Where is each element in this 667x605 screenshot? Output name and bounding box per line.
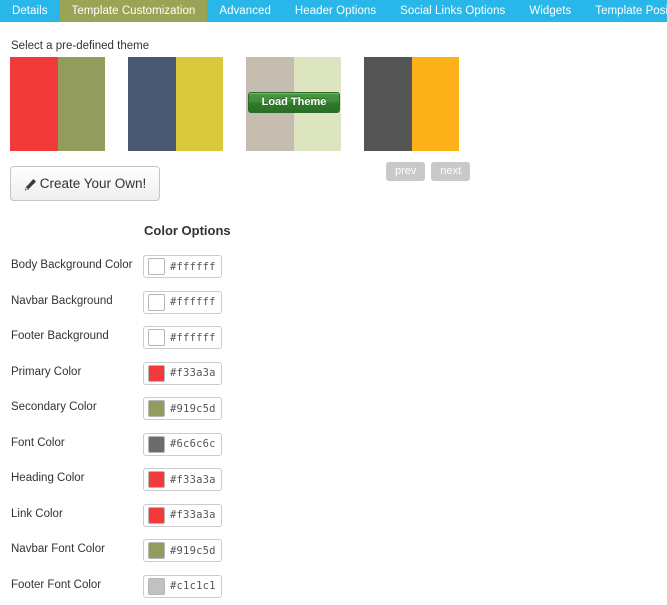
color-option-label: Heading Color [11,472,85,484]
color-hex-value: #ffffff [170,261,216,273]
create-your-own-label: Create Your Own! [40,176,147,191]
color-input-footer-background[interactable]: #ffffff [143,326,222,349]
color-option-row: Body Background Color #ffffff [0,250,667,286]
color-option-label: Link Color [11,508,63,520]
color-swatch-chip[interactable] [148,365,165,382]
next-button[interactable]: next [431,162,470,181]
theme-swatch-2-right-color [176,57,224,151]
main-tab-bar: DetailsTemplate CustomizationAdvancedHea… [0,0,667,22]
pencil-icon [24,178,37,191]
color-swatch-chip[interactable] [148,542,165,559]
color-option-label: Navbar Font Color [11,543,105,555]
color-option-row: Footer Background #ffffff [0,321,667,357]
color-option-label: Navbar Background [11,295,113,307]
color-swatch-chip[interactable] [148,436,165,453]
color-input-navbar-font-color[interactable]: #919c5d [143,539,222,562]
color-input-font-color[interactable]: #6c6c6c [143,433,222,456]
theme-swatch-1-right-color [58,57,106,151]
color-input-body-background-color[interactable]: #ffffff [143,255,222,278]
theme-pager: prev next [386,162,470,181]
color-option-row: Heading Color #f33a3a [0,463,667,499]
color-hex-value: #6c6c6c [170,438,216,450]
tab-advanced[interactable]: Advanced [207,0,283,22]
color-hex-value: #919c5d [170,403,216,415]
tab-template-customization[interactable]: Template Customization [60,0,208,22]
color-input-secondary-color[interactable]: #919c5d [143,397,222,420]
tab-template-positions[interactable]: Template Positions [583,0,667,22]
color-option-label: Font Color [11,437,65,449]
color-hex-value: #919c5d [170,545,216,557]
color-options-title: Color Options [144,223,231,238]
color-swatch-chip[interactable] [148,471,165,488]
color-option-label: Footer Background [11,330,109,342]
prev-button[interactable]: prev [386,162,425,181]
color-swatch-chip[interactable] [148,578,165,595]
theme-swatch-4-left-color [364,57,412,151]
color-hex-value: #ffffff [170,296,216,308]
color-input-footer-font-color[interactable]: #c1c1c1 [143,575,222,598]
color-hex-value: #ffffff [170,332,216,344]
theme-swatch-2-left-color [128,57,176,151]
tab-header-options[interactable]: Header Options [283,0,388,22]
color-options-list: Body Background Color#ffffffNavbar Backg… [0,250,667,605]
create-your-own-button[interactable]: Create Your Own! [10,166,160,201]
load-theme-button[interactable]: Load Theme [248,92,340,113]
color-hex-value: #f33a3a [170,474,216,486]
tab-bar-underline [0,22,667,24]
color-hex-value: #f33a3a [170,509,216,521]
color-input-primary-color[interactable]: #f33a3a [143,362,222,385]
color-option-row: Secondary Color #919c5d [0,392,667,428]
color-option-row: Font Color #6c6c6c [0,428,667,464]
color-option-label: Footer Font Color [11,579,101,591]
theme-swatch-1[interactable] [10,57,105,151]
theme-swatch-4[interactable] [364,57,459,151]
color-option-row: Navbar Font Color #919c5d [0,534,667,570]
select-theme-instruction: Select a pre-defined theme [11,40,149,52]
color-option-row: Primary Color #f33a3a [0,357,667,393]
color-swatch-chip[interactable] [148,258,165,275]
color-hex-value: #f33a3a [170,367,216,379]
color-option-label: Secondary Color [11,401,97,413]
theme-swatch-1-left-color [10,57,58,151]
color-swatch-chip[interactable] [148,329,165,346]
color-swatch-chip[interactable] [148,507,165,524]
color-option-label: Body Background Color [11,259,132,271]
theme-swatch-2[interactable] [128,57,223,151]
color-swatch-chip[interactable] [148,294,165,311]
tab-details[interactable]: Details [0,0,60,22]
color-option-row: Navbar Background #ffffff [0,286,667,322]
color-input-heading-color[interactable]: #f33a3a [143,468,222,491]
color-input-link-color[interactable]: #f33a3a [143,504,222,527]
color-input-navbar-background[interactable]: #ffffff [143,291,222,314]
theme-swatch-4-right-color [412,57,460,151]
color-hex-value: #c1c1c1 [170,580,216,592]
tab-social-links-options[interactable]: Social Links Options [388,0,517,22]
tab-widgets[interactable]: Widgets [517,0,583,22]
color-swatch-chip[interactable] [148,400,165,417]
color-option-label: Primary Color [11,366,81,378]
color-option-row: Link Color #f33a3a [0,499,667,535]
